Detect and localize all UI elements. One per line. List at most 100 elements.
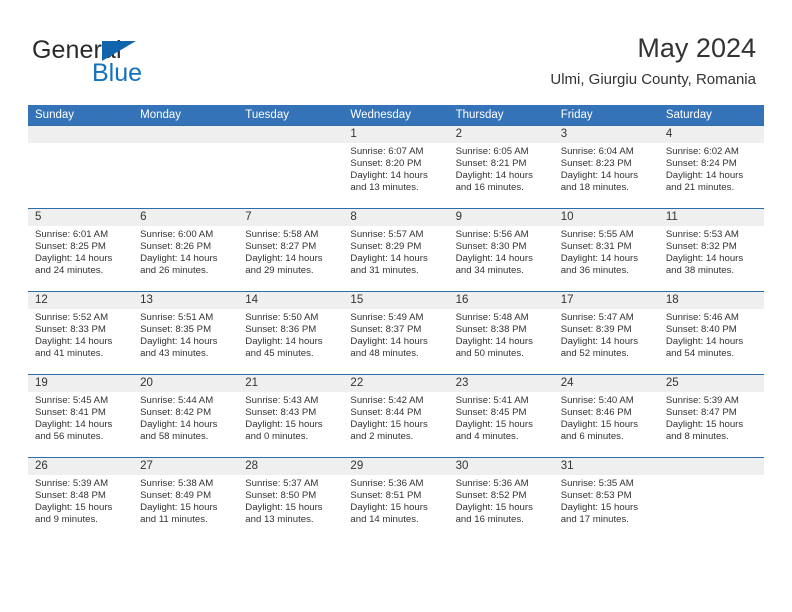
day-cell[interactable]: 4 Sunrise: 6:02 AM Sunset: 8:24 PM Daylight… bbox=[658, 125, 764, 209]
day-detail-line: and 31 minutes. bbox=[350, 265, 419, 277]
day-cell[interactable]: 13 Sunrise: 5:51 AM Sunset: 8:35 PM Dayligh… bbox=[133, 291, 239, 375]
day-detail-line: and 29 minutes. bbox=[245, 265, 314, 277]
page-title: May 2024 bbox=[637, 33, 756, 63]
day-detail-line: Daylight: 14 hours bbox=[665, 253, 744, 265]
day-cell[interactable]: 22 Sunrise: 5:42 AM Sunset: 8:44 PM Dayligh… bbox=[343, 374, 449, 458]
weekday-header-wednesday: Wednesday bbox=[343, 105, 449, 126]
day-number: 6 bbox=[133, 209, 239, 226]
day-details: Sunrise: 5:35 AM Sunset: 8:53 PM Daylight:… bbox=[554, 475, 659, 526]
day-cell[interactable]: 31 Sunrise: 5:35 AM Sunset: 8:53 PM Dayligh… bbox=[553, 457, 659, 540]
day-detail-line: Sunset: 8:31 PM bbox=[560, 241, 632, 253]
day-detail-line: Sunrise: 5:35 AM bbox=[560, 478, 634, 489]
day-detail-line: Sunrise: 5:43 AM bbox=[245, 395, 319, 406]
day-number: 8 bbox=[343, 209, 449, 226]
day-detail-line: Daylight: 14 hours bbox=[560, 336, 639, 348]
day-cell[interactable]: 14 Sunrise: 5:50 AM Sunset: 8:36 PM Dayligh… bbox=[238, 291, 344, 375]
day-detail-line: Daylight: 14 hours bbox=[665, 336, 744, 348]
day-detail-line: and 58 minutes. bbox=[140, 431, 209, 443]
day-cell[interactable]: 8 Sunrise: 5:57 AM Sunset: 8:29 PM Daylight… bbox=[343, 208, 449, 292]
day-cell[interactable]: 21 Sunrise: 5:43 AM Sunset: 8:43 PM Dayligh… bbox=[238, 374, 344, 458]
day-cell[interactable]: 6 Sunrise: 6:00 AM Sunset: 8:26 PM Daylight… bbox=[133, 208, 239, 292]
day-detail-line: and 36 minutes. bbox=[560, 265, 629, 277]
day-detail-line: Sunrise: 6:07 AM bbox=[350, 146, 424, 157]
day-cell[interactable]: 3 Sunrise: 6:04 AM Sunset: 8:23 PM Daylight… bbox=[553, 125, 659, 209]
day-detail-line: Sunrise: 5:39 AM bbox=[665, 395, 739, 406]
day-detail-line: Sunrise: 5:56 AM bbox=[455, 229, 529, 240]
day-detail-line: and 17 minutes. bbox=[560, 514, 629, 526]
day-detail-line: Sunset: 8:38 PM bbox=[455, 324, 527, 336]
day-detail-line: and 13 minutes. bbox=[350, 182, 419, 194]
day-number: 25 bbox=[658, 375, 764, 392]
day-cell[interactable]: 15 Sunrise: 5:49 AM Sunset: 8:37 PM Dayligh… bbox=[343, 291, 449, 375]
day-cell[interactable]: 27 Sunrise: 5:38 AM Sunset: 8:49 PM Dayligh… bbox=[133, 457, 239, 540]
day-detail-line: Daylight: 14 hours bbox=[455, 253, 533, 265]
day-detail-line: Sunrise: 5:36 AM bbox=[350, 478, 424, 489]
day-detail-line: Sunset: 8:44 PM bbox=[350, 407, 422, 419]
day-cell-empty bbox=[658, 457, 764, 540]
day-cell[interactable]: 11 Sunrise: 5:53 AM Sunset: 8:32 PM Dayligh… bbox=[658, 208, 764, 292]
day-number: 2 bbox=[448, 126, 554, 143]
day-detail-line: Sunrise: 5:42 AM bbox=[350, 395, 424, 406]
day-detail-line: Sunset: 8:50 PM bbox=[245, 490, 317, 502]
day-cell[interactable]: 9 Sunrise: 5:56 AM Sunset: 8:30 PM Daylight… bbox=[448, 208, 554, 292]
day-details: Sunrise: 5:44 AM Sunset: 8:42 PM Daylight:… bbox=[133, 392, 238, 443]
day-cell[interactable]: 1 Sunrise: 6:07 AM Sunset: 8:20 PM Daylight… bbox=[343, 125, 449, 209]
day-number: 4 bbox=[658, 126, 764, 143]
day-detail-line: and 56 minutes. bbox=[35, 431, 104, 443]
day-detail-line: and 16 minutes. bbox=[455, 182, 524, 194]
day-detail-line: Sunrise: 5:55 AM bbox=[560, 229, 634, 240]
day-detail-line: Daylight: 14 hours bbox=[455, 170, 533, 182]
day-number: 27 bbox=[133, 458, 239, 475]
day-detail-line: Sunset: 8:37 PM bbox=[350, 324, 422, 336]
day-detail-line: and 45 minutes. bbox=[245, 348, 314, 360]
day-number: 18 bbox=[658, 292, 764, 309]
day-cell[interactable]: 17 Sunrise: 5:47 AM Sunset: 8:39 PM Dayligh… bbox=[553, 291, 659, 375]
day-cell[interactable]: 26 Sunrise: 5:39 AM Sunset: 8:48 PM Dayligh… bbox=[28, 457, 134, 540]
day-cell[interactable]: 20 Sunrise: 5:44 AM Sunset: 8:42 PM Dayligh… bbox=[133, 374, 239, 458]
day-details: Sunrise: 5:43 AM Sunset: 8:43 PM Daylight:… bbox=[238, 392, 343, 443]
day-detail-line: Sunset: 8:51 PM bbox=[350, 490, 422, 502]
day-detail-line: Sunrise: 5:39 AM bbox=[35, 478, 109, 489]
day-detail-line: Sunset: 8:27 PM bbox=[245, 241, 317, 253]
day-details: Sunrise: 6:01 AM Sunset: 8:25 PM Daylight:… bbox=[28, 226, 133, 277]
day-cell[interactable]: 25 Sunrise: 5:39 AM Sunset: 8:47 PM Dayligh… bbox=[658, 374, 764, 458]
calendar-week-row: 12 Sunrise: 5:52 AM Sunset: 8:33 PM Dayligh… bbox=[28, 291, 764, 375]
day-detail-line: and 48 minutes. bbox=[350, 348, 419, 360]
day-detail-line: Sunrise: 5:40 AM bbox=[560, 395, 634, 406]
calendar-week-row: 26 Sunrise: 5:39 AM Sunset: 8:48 PM Dayligh… bbox=[28, 457, 764, 540]
day-detail-line: Daylight: 14 hours bbox=[35, 336, 113, 348]
day-detail-line: Sunset: 8:36 PM bbox=[245, 324, 317, 336]
day-detail-line: Daylight: 14 hours bbox=[350, 336, 428, 348]
day-cell[interactable]: 7 Sunrise: 5:58 AM Sunset: 8:27 PM Daylight… bbox=[238, 208, 344, 292]
day-detail-line: Sunrise: 5:57 AM bbox=[350, 229, 424, 240]
day-detail-line: Daylight: 15 hours bbox=[245, 502, 323, 514]
calendar-week-row: 5 Sunrise: 6:01 AM Sunset: 8:25 PM Daylight… bbox=[28, 208, 764, 292]
day-detail-line: Sunrise: 6:00 AM bbox=[140, 229, 214, 240]
day-cell[interactable]: 29 Sunrise: 5:36 AM Sunset: 8:51 PM Dayligh… bbox=[343, 457, 449, 540]
day-detail-line: and 8 minutes. bbox=[665, 431, 729, 443]
day-detail-line: Sunset: 8:43 PM bbox=[245, 407, 317, 419]
day-cell[interactable]: 16 Sunrise: 5:48 AM Sunset: 8:38 PM Dayligh… bbox=[448, 291, 554, 375]
general-blue-logo: General Blue bbox=[32, 36, 262, 92]
day-number: 30 bbox=[448, 458, 554, 475]
day-cell[interactable]: 30 Sunrise: 5:36 AM Sunset: 8:52 PM Dayligh… bbox=[448, 457, 554, 540]
day-detail-line: Sunset: 8:42 PM bbox=[140, 407, 212, 419]
day-detail-line: Sunrise: 5:36 AM bbox=[455, 478, 529, 489]
day-cell[interactable]: 23 Sunrise: 5:41 AM Sunset: 8:45 PM Dayligh… bbox=[448, 374, 554, 458]
day-details bbox=[238, 143, 343, 146]
calendar-page: General Blue May 2024 Ulmi, Giurgiu Coun… bbox=[0, 0, 792, 612]
day-cell[interactable]: 5 Sunrise: 6:01 AM Sunset: 8:25 PM Daylight… bbox=[28, 208, 134, 292]
day-cell[interactable]: 19 Sunrise: 5:45 AM Sunset: 8:41 PM Dayligh… bbox=[28, 374, 134, 458]
day-number: 14 bbox=[238, 292, 344, 309]
day-details: Sunrise: 5:36 AM Sunset: 8:52 PM Daylight:… bbox=[449, 475, 554, 526]
day-cell[interactable]: 18 Sunrise: 5:46 AM Sunset: 8:40 PM Dayligh… bbox=[658, 291, 764, 375]
day-cell[interactable]: 24 Sunrise: 5:40 AM Sunset: 8:46 PM Dayligh… bbox=[553, 374, 659, 458]
day-number: 16 bbox=[448, 292, 554, 309]
day-cell[interactable]: 12 Sunrise: 5:52 AM Sunset: 8:33 PM Dayligh… bbox=[28, 291, 134, 375]
day-cell[interactable]: 28 Sunrise: 5:37 AM Sunset: 8:50 PM Dayligh… bbox=[238, 457, 344, 540]
day-details: Sunrise: 5:51 AM Sunset: 8:35 PM Daylight:… bbox=[133, 309, 238, 360]
day-cell[interactable]: 10 Sunrise: 5:55 AM Sunset: 8:31 PM Dayligh… bbox=[553, 208, 659, 292]
day-number: 15 bbox=[343, 292, 449, 309]
day-detail-line: and 50 minutes. bbox=[455, 348, 524, 360]
day-cell[interactable]: 2 Sunrise: 6:05 AM Sunset: 8:21 PM Daylight… bbox=[448, 125, 554, 209]
